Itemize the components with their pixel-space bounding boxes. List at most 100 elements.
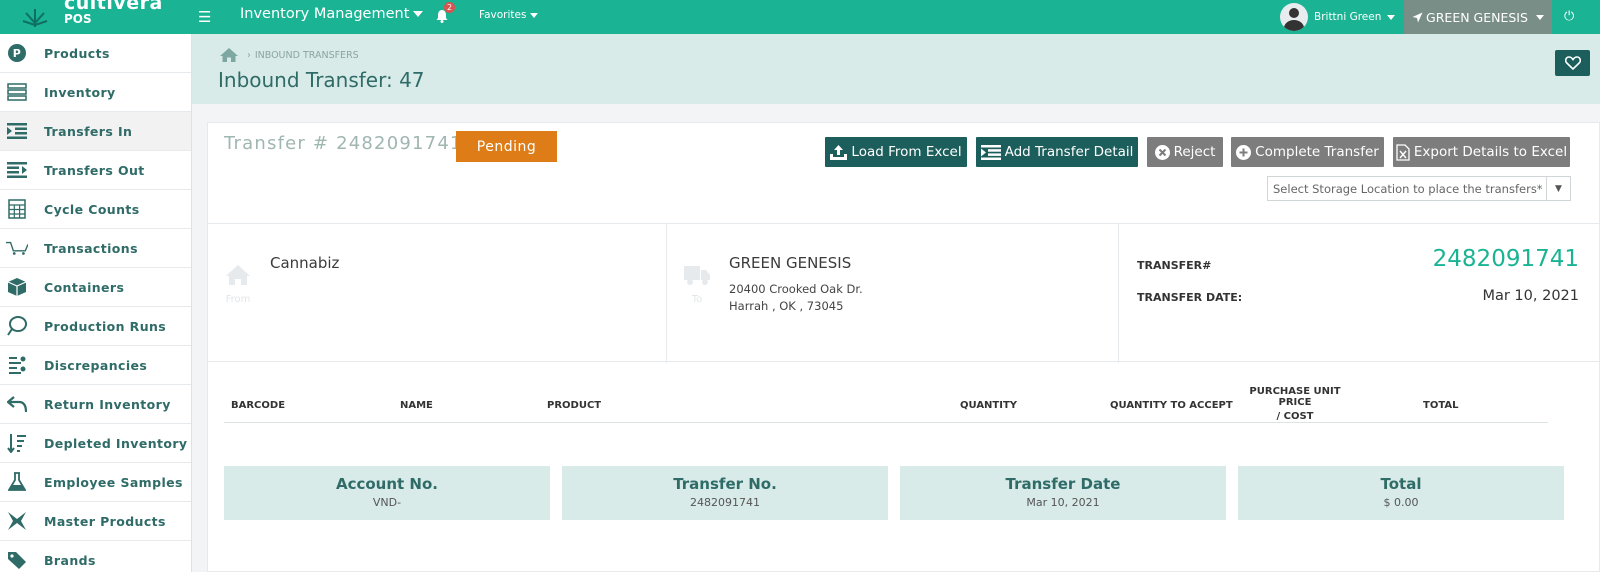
sidebar-item-cycle-counts[interactable]: Cycle Counts — [0, 190, 191, 229]
cannabis-leaf-icon — [22, 9, 48, 27]
to-address: 20400 Crooked Oak Dr. Harrah , OK , 7304… — [729, 281, 863, 315]
sidebar-item-production-runs[interactable]: Production Runs — [0, 307, 191, 346]
column-header-quantity[interactable]: QUANTITY — [960, 400, 1017, 411]
sidebar-item-label: Transfers Out — [44, 162, 145, 178]
storage-location-select[interactable]: Select Storage Location to place the tra… — [1267, 176, 1571, 201]
sidebar-item-label: Return Inventory — [44, 396, 171, 412]
sidebar-item-transactions[interactable]: Transactions — [0, 229, 191, 268]
sidebar-item-label: Depleted Inventory — [44, 435, 188, 451]
chevron-down-icon — [413, 11, 424, 17]
home-icon: From — [224, 264, 252, 305]
transfer-date-value: Mar 10, 2021 — [1482, 288, 1579, 304]
power-icon[interactable]: ⏻ — [1564, 9, 1574, 24]
avatar — [1280, 3, 1308, 31]
chevron-down-icon[interactable]: ▼ — [1546, 177, 1570, 200]
chevron-down-icon — [1535, 14, 1544, 20]
list-add-icon — [980, 144, 1001, 160]
close-circle-icon — [1154, 144, 1170, 160]
discrepancies-icon — [6, 354, 28, 376]
summary-transfer-number: Transfer No. 2482091741 — [562, 466, 888, 520]
location-switcher[interactable]: GREEN GENESIS — [1404, 0, 1552, 34]
load-from-excel-button[interactable]: Load From Excel — [825, 137, 967, 167]
tag-icon — [6, 549, 28, 571]
column-header-name[interactable]: NAME — [400, 400, 433, 411]
sidebar-item-brands[interactable]: Brands — [0, 541, 191, 572]
export-to-excel-button[interactable]: Export Details to Excel — [1393, 137, 1570, 167]
location-name: GREEN GENESIS — [1426, 9, 1528, 25]
sidebar-item-products[interactable]: P Products — [0, 34, 191, 73]
notifications-button[interactable]: 2 — [436, 2, 456, 27]
favorite-button[interactable] — [1555, 50, 1590, 76]
user-name: Brittni Green — [1314, 11, 1382, 23]
sidebar-item-transfers-out[interactable]: Transfers Out — [0, 151, 191, 190]
app-logo[interactable]: cultivera POS — [20, 0, 162, 34]
status-badge: Pending — [456, 131, 557, 162]
menu-toggle-icon[interactable]: ☰ — [198, 8, 211, 26]
column-header-purchase-unit-price[interactable]: PURCHASE UNIT PRICE / COST — [1235, 386, 1355, 422]
home-icon[interactable] — [219, 47, 239, 63]
column-header-barcode[interactable]: BARCODE — [231, 400, 285, 411]
transfer-number-label: TRANSFER# — [1137, 259, 1212, 272]
summary-value: $ 0.00 — [1383, 496, 1419, 509]
breadcrumb: › INBOUND TRANSFERS — [219, 47, 359, 63]
column-header-total[interactable]: TOTAL — [1423, 400, 1458, 411]
summary-title: Transfer Date — [1005, 475, 1121, 493]
sidebar-item-containers[interactable]: Containers — [0, 268, 191, 307]
sidebar-item-depleted-inventory[interactable]: Depleted Inventory — [0, 424, 191, 463]
chevron-down-icon — [530, 12, 539, 18]
from-name: Cannabiz — [270, 254, 340, 272]
summary-transfer-date: Transfer Date Mar 10, 2021 — [900, 466, 1226, 520]
chevron-down-icon — [1387, 14, 1396, 20]
summary-account: Account No. VND- — [224, 466, 550, 520]
user-menu[interactable]: Brittni Green — [1280, 0, 1396, 34]
column-header-product[interactable]: PRODUCT — [547, 400, 601, 411]
sidebar-item-label: Master Products — [44, 513, 166, 529]
breadcrumb-separator-icon: › — [247, 49, 251, 61]
to-name: GREEN GENESIS — [729, 254, 852, 272]
sidebar-item-master-products[interactable]: Master Products — [0, 502, 191, 541]
sidebar-item-label: Products — [44, 45, 110, 61]
summary-title: Account No. — [335, 475, 438, 493]
sidebar-item-label: Transfers In — [44, 123, 133, 139]
transfer-number-value: 2482091741 — [1432, 246, 1579, 272]
top-navbar: cultivera POS ☰ Inventory Management 2 F… — [0, 0, 1600, 34]
sidebar-item-transfers-in[interactable]: Transfers In — [0, 112, 191, 151]
favorites-label: Favorites — [479, 9, 527, 21]
breadcrumb-link[interactable]: INBOUND TRANSFERS — [255, 50, 359, 61]
button-label: Complete Transfer — [1255, 144, 1379, 160]
to-panel: To GREEN GENESIS 20400 Crooked Oak Dr. H… — [667, 224, 1119, 363]
add-transfer-detail-button[interactable]: Add Transfer Detail — [976, 137, 1138, 167]
complete-transfer-button[interactable]: Complete Transfer — [1231, 137, 1384, 167]
sidebar-item-label: Cycle Counts — [44, 201, 140, 217]
transfer-date-label: TRANSFER DATE: — [1137, 291, 1243, 304]
module-dropdown[interactable]: Inventory Management — [240, 6, 424, 22]
column-header-line: / COST — [1276, 411, 1314, 422]
column-header-quantity-to-accept[interactable]: QUANTITY TO ACCEPT — [1110, 400, 1233, 411]
summary-title: Transfer No. — [673, 475, 777, 493]
heart-icon — [1564, 56, 1581, 70]
calculator-icon — [6, 198, 28, 220]
sidebar-item-return-inventory[interactable]: Return Inventory — [0, 385, 191, 424]
logo-subtitle: POS — [64, 12, 92, 26]
column-header-line: PURCHASE UNIT PRICE — [1249, 386, 1341, 408]
reject-button[interactable]: Reject — [1147, 137, 1223, 167]
sidebar-item-employee-samples[interactable]: Employee Samples — [0, 463, 191, 502]
sidebar-item-label: Containers — [44, 279, 125, 295]
transfer-card: Transfer # 2482091741 Pending Load From … — [207, 122, 1600, 572]
logo-wordmark: cultivera — [64, 0, 163, 14]
to-caption: To — [691, 294, 703, 305]
select-placeholder: Select Storage Location to place the tra… — [1273, 181, 1543, 196]
plus-circle-icon — [1236, 144, 1252, 160]
sidebar-item-discrepancies[interactable]: Discrepancies — [0, 346, 191, 385]
transfer-details-table-header: BARCODE NAME PRODUCT QUANTITY QUANTITY T… — [224, 381, 1548, 423]
sidebar-item-label: Discrepancies — [44, 357, 148, 373]
svg-text:P: P — [13, 47, 21, 60]
sidebar-item-inventory[interactable]: Inventory — [0, 73, 191, 112]
from-panel: From Cannabiz — [208, 224, 667, 363]
favorites-dropdown[interactable]: Favorites — [479, 9, 539, 21]
page-header: › INBOUND TRANSFERS Inbound Transfer: 47 — [192, 34, 1600, 104]
production-icon — [6, 315, 28, 337]
summary-total: Total $ 0.00 — [1238, 466, 1564, 520]
cart-icon — [6, 237, 28, 259]
box-icon — [6, 276, 28, 298]
